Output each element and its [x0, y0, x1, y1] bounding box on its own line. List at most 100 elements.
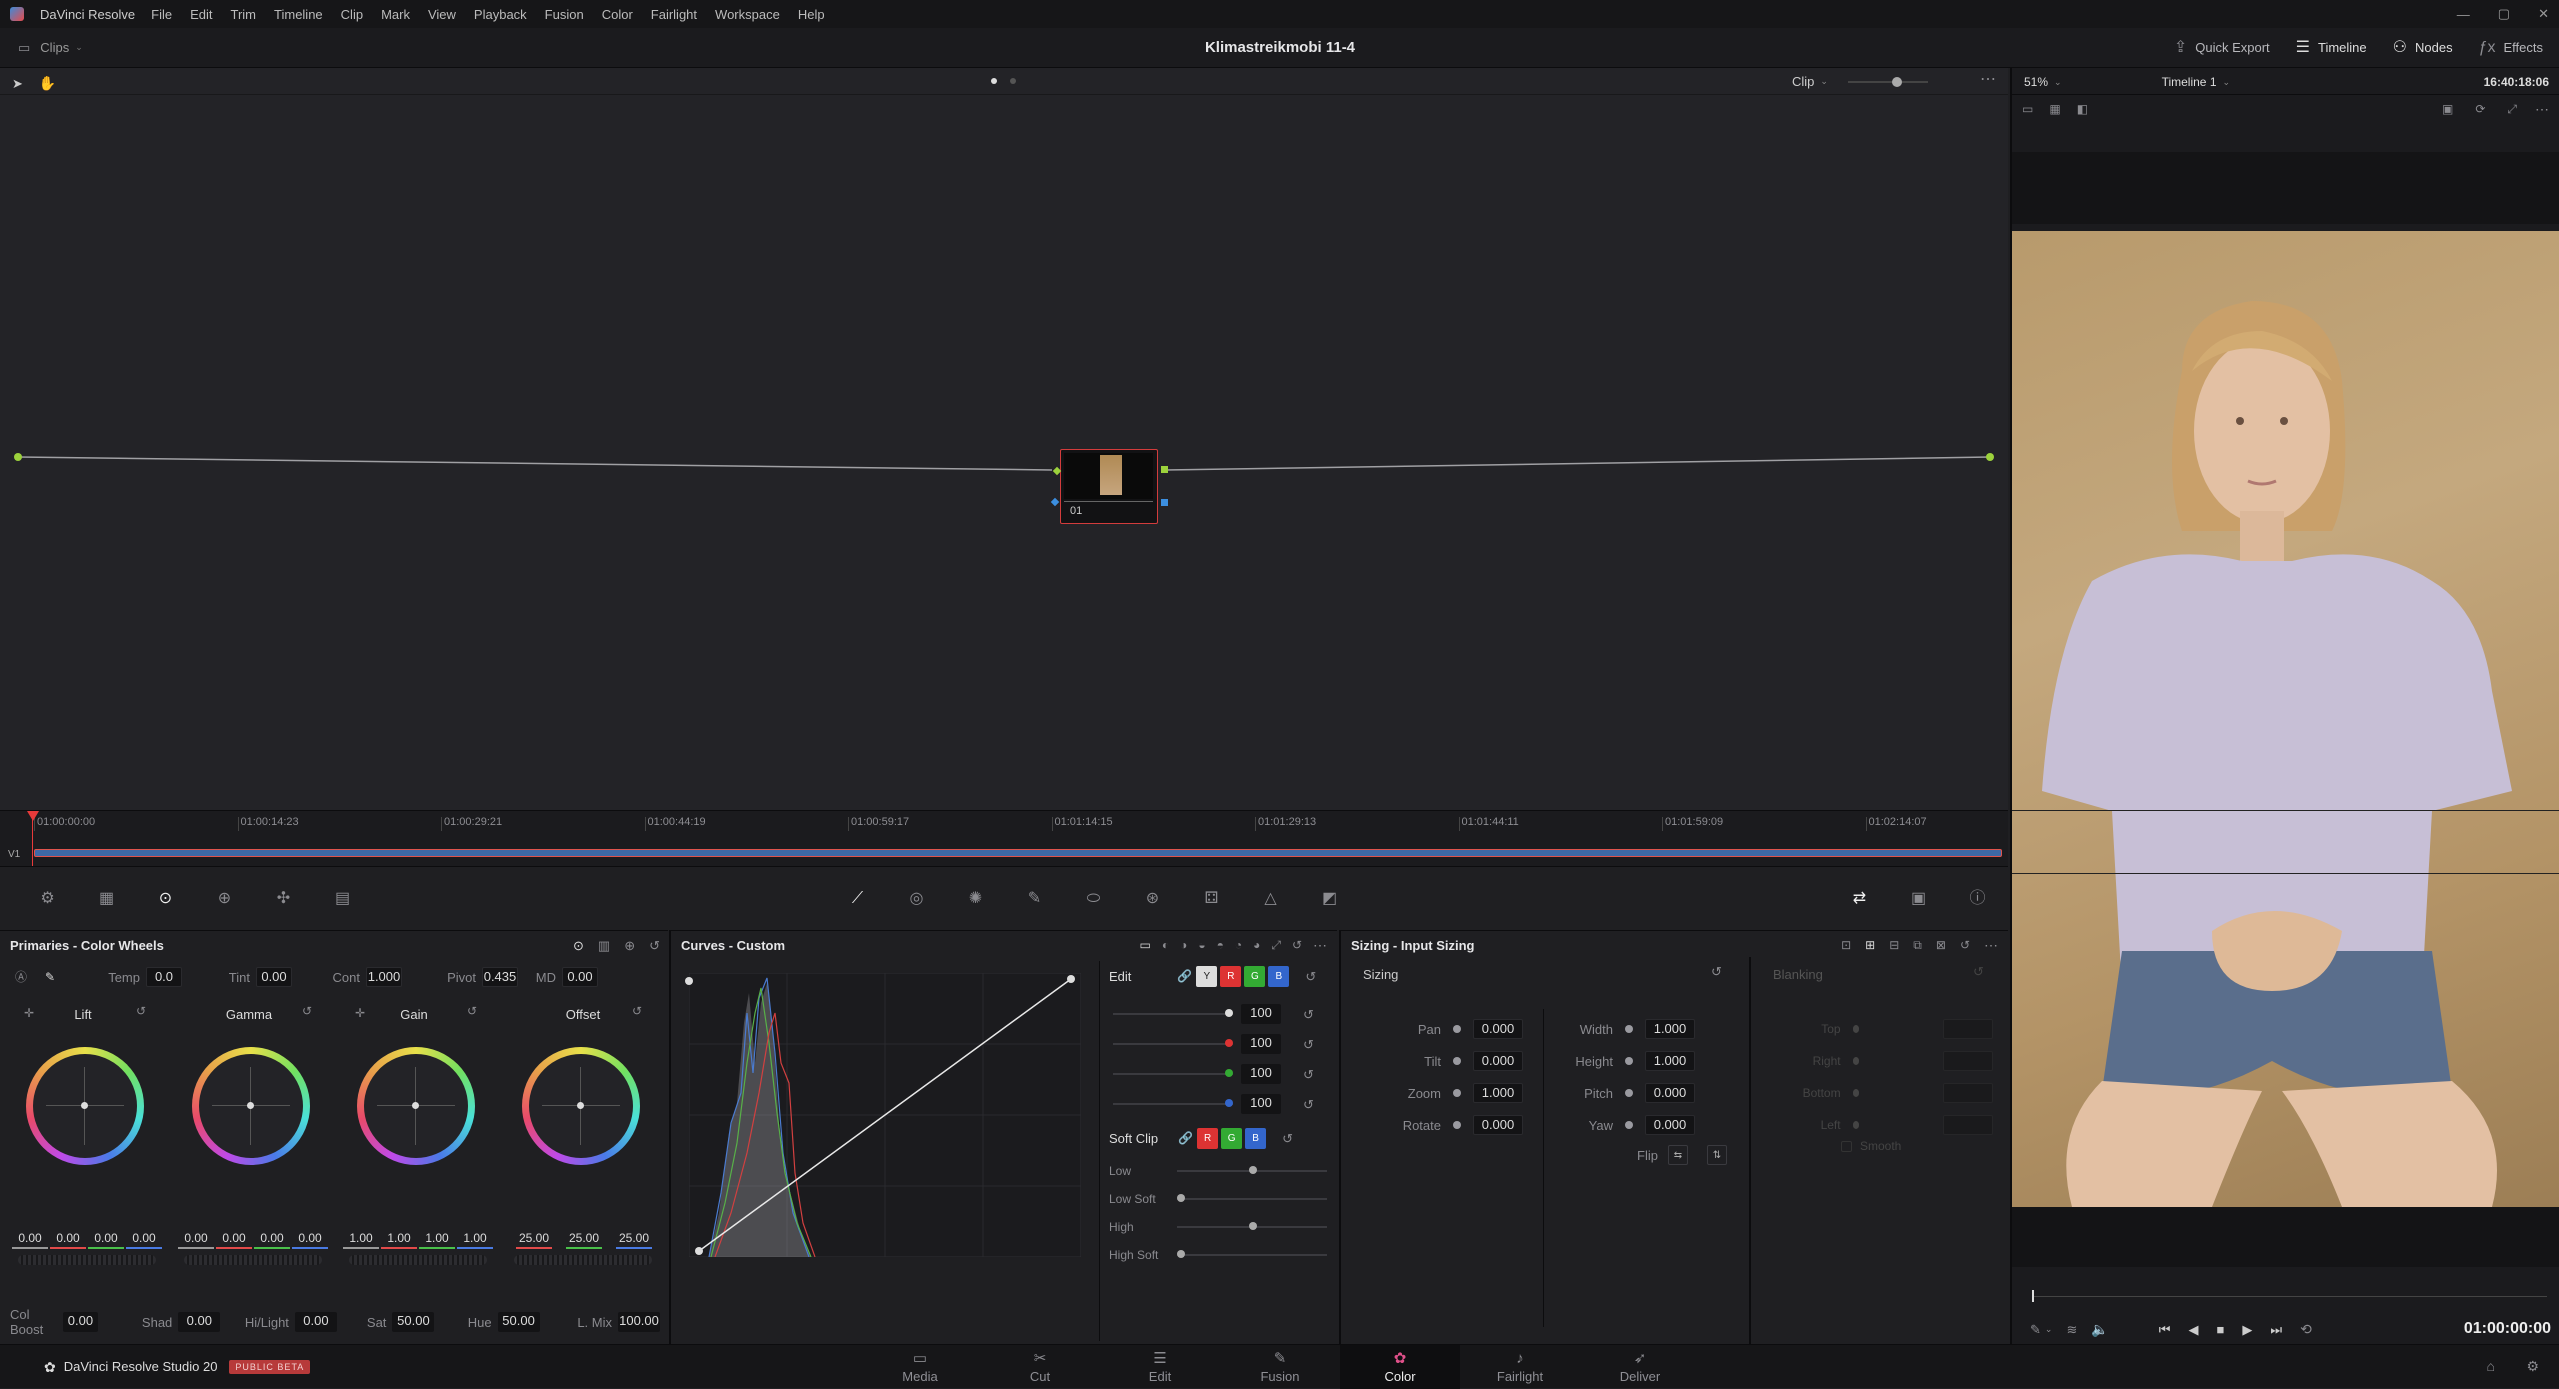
blanking-value[interactable] — [1943, 1083, 1993, 1103]
color-wheel[interactable] — [192, 1047, 310, 1165]
close-icon[interactable]: ✕ — [2538, 6, 2549, 22]
channel-r-button[interactable]: R — [1197, 1127, 1219, 1149]
mini-timeline[interactable]: 01:00:00:00 01:00:14:23 01:00:29:21 01:00:4… — [0, 810, 2008, 867]
wheel-value[interactable]: 1.00 — [457, 1231, 493, 1249]
hue-lum-icon[interactable]: ◒ — [1198, 939, 1205, 951]
image-stabilization-icon[interactable]: ⊠ — [1936, 939, 1946, 951]
menu-color[interactable]: Color — [602, 7, 633, 22]
reset-icon[interactable]: ↺ — [1305, 970, 1316, 983]
color-warper-icon[interactable]: ◎ — [887, 890, 946, 907]
intensity-slider[interactable] — [1113, 1039, 1233, 1047]
link-icon[interactable]: 🔗 — [1177, 970, 1192, 982]
reset-icon[interactable]: ↺ — [136, 1005, 146, 1017]
reset-icon[interactable]: ↺ — [632, 1005, 642, 1017]
sizing-value[interactable]: 0.000 — [1473, 1051, 1523, 1071]
sat-sat-icon[interactable]: ◔ — [1235, 939, 1242, 951]
menu-fusion[interactable]: Fusion — [545, 7, 584, 22]
quick-export-button[interactable]: ⇪ Quick Export — [2174, 39, 2270, 56]
param-value[interactable]: 0.00 — [178, 1312, 221, 1332]
clips-button[interactable]: Clips — [40, 40, 69, 55]
wheel-value[interactable]: 0.00 — [12, 1231, 48, 1249]
wheel-value[interactable]: 1.00 — [381, 1231, 417, 1249]
camera-raw-icon[interactable]: ⚙ — [18, 890, 77, 907]
blanking-slider[interactable] — [1852, 1121, 1860, 1129]
curve-graph[interactable] — [689, 973, 1081, 1257]
intensity-value[interactable]: 100 — [1241, 1034, 1281, 1054]
wheel-value[interactable]: 0.00 — [50, 1231, 86, 1249]
menu-timeline[interactable]: Timeline — [274, 7, 323, 22]
motion-effects-icon[interactable]: ▤ — [313, 890, 372, 907]
channel-y-button[interactable]: Y — [1196, 965, 1218, 987]
hdr-wheels-icon[interactable]: ⊕ — [195, 890, 254, 907]
master-wheel-slider[interactable] — [18, 1255, 156, 1265]
minimize-icon[interactable]: — — [2457, 7, 2470, 22]
color-match-icon[interactable]: ▦ — [77, 890, 136, 907]
key-icon[interactable]: ◩ — [1300, 890, 1359, 907]
param-value[interactable]: 0.00 — [562, 967, 598, 987]
sizing-value[interactable]: 1.000 — [1473, 1083, 1523, 1103]
eyedropper-icon[interactable]: ✎ — [1005, 890, 1064, 907]
viewer-zoom[interactable]: 51% — [2024, 75, 2048, 89]
soft-clip-slider[interactable] — [1177, 1222, 1327, 1230]
menu-workspace[interactable]: Workspace — [715, 7, 780, 22]
color-wheel[interactable] — [357, 1047, 475, 1165]
blanking-value[interactable] — [1943, 1051, 1993, 1071]
expand-icon[interactable]: ⤢ — [1271, 939, 1281, 951]
menu-playback[interactable]: Playback — [474, 7, 527, 22]
menu-file[interactable]: File — [151, 7, 172, 22]
master-wheel-slider[interactable] — [349, 1255, 487, 1265]
highlight-icon[interactable]: ◧ — [2077, 103, 2088, 115]
param-value[interactable]: 100.00 — [618, 1312, 660, 1332]
wheels-mode-icon[interactable]: ⊙ — [573, 939, 584, 952]
channel-g-button[interactable]: G — [1244, 965, 1266, 987]
play-icon[interactable]: ▶ — [2242, 1323, 2252, 1336]
wheel-value[interactable]: 0.00 — [292, 1231, 328, 1249]
reset-icon[interactable]: ↺ — [1711, 965, 1722, 978]
maximize-icon[interactable]: ▢ — [2498, 6, 2510, 22]
page-tab-edit[interactable]: ☰ Edit — [1100, 1345, 1220, 1389]
channel-r-button[interactable]: R — [1220, 965, 1242, 987]
layers-icon[interactable]: ≋ — [2066, 1323, 2077, 1336]
menu-mark[interactable]: Mark — [381, 7, 410, 22]
reset-icon[interactable]: ↺ — [1960, 939, 1970, 951]
sizing-slider-handle[interactable] — [1453, 1057, 1461, 1065]
menu-app[interactable]: DaVinci Resolve — [40, 7, 135, 22]
sizing-value[interactable]: 0.000 — [1473, 1019, 1523, 1039]
menu-fairlight[interactable]: Fairlight — [651, 7, 697, 22]
viewer-mode-icon[interactable]: ▣ — [2442, 103, 2453, 115]
reset-icon[interactable]: ↺ — [1292, 939, 1302, 951]
nodes-button[interactable]: ⚇ Nodes — [2393, 39, 2453, 56]
sizing-slider-handle[interactable] — [1453, 1121, 1461, 1129]
step-back-icon[interactable]: ◀ — [2189, 1323, 2199, 1336]
info-icon[interactable]: ⓘ — [1948, 890, 2007, 907]
param-value[interactable]: 0.00 — [256, 967, 292, 987]
menu-trim[interactable]: Trim — [231, 7, 257, 22]
color-wheel[interactable] — [522, 1047, 640, 1165]
menu-help[interactable]: Help — [798, 7, 825, 22]
wheel-value[interactable]: 25.00 — [566, 1231, 602, 1249]
master-wheel-slider[interactable] — [514, 1255, 652, 1265]
param-value[interactable]: 50.00 — [497, 1312, 540, 1332]
magic-mask-icon[interactable]: ⚃ — [1182, 890, 1241, 907]
sizing-value[interactable]: 1.000 — [1645, 1051, 1695, 1071]
wheel-center-dot[interactable] — [81, 1102, 88, 1109]
reset-icon[interactable]: ↺ — [649, 939, 660, 952]
sizing-slider-handle[interactable] — [1625, 1057, 1633, 1065]
auto-balance-icon[interactable]: Ⓐ — [10, 971, 32, 983]
chevron-down-icon[interactable]: ⌄ — [2045, 1324, 2053, 1334]
param-value[interactable]: 0.00 — [62, 1312, 98, 1332]
settings-icon[interactable]: ⚙ — [2526, 1359, 2539, 1373]
custom-curve-icon[interactable]: ▭ — [1139, 939, 1150, 951]
corrector-node[interactable]: 01 — [1060, 449, 1158, 524]
speaker-icon[interactable]: 🔈 — [2091, 1322, 2108, 1336]
soft-clip-slider[interactable] — [1177, 1250, 1327, 1258]
split-screen-icon[interactable]: ▦ — [2049, 103, 2060, 115]
intensity-value[interactable]: 100 — [1241, 1064, 1281, 1084]
menu-clip[interactable]: Clip — [341, 7, 363, 22]
effects-button[interactable]: ƒx Effects — [2479, 39, 2543, 56]
node-sizing-icon[interactable]: ⊟ — [1889, 939, 1899, 951]
loop-icon[interactable]: ⟲ — [2300, 1322, 2312, 1336]
curve-range-handle[interactable] — [685, 977, 693, 985]
channel-b-button[interactable]: B — [1268, 965, 1290, 987]
tracker-icon[interactable]: ⊛ — [1123, 890, 1182, 907]
